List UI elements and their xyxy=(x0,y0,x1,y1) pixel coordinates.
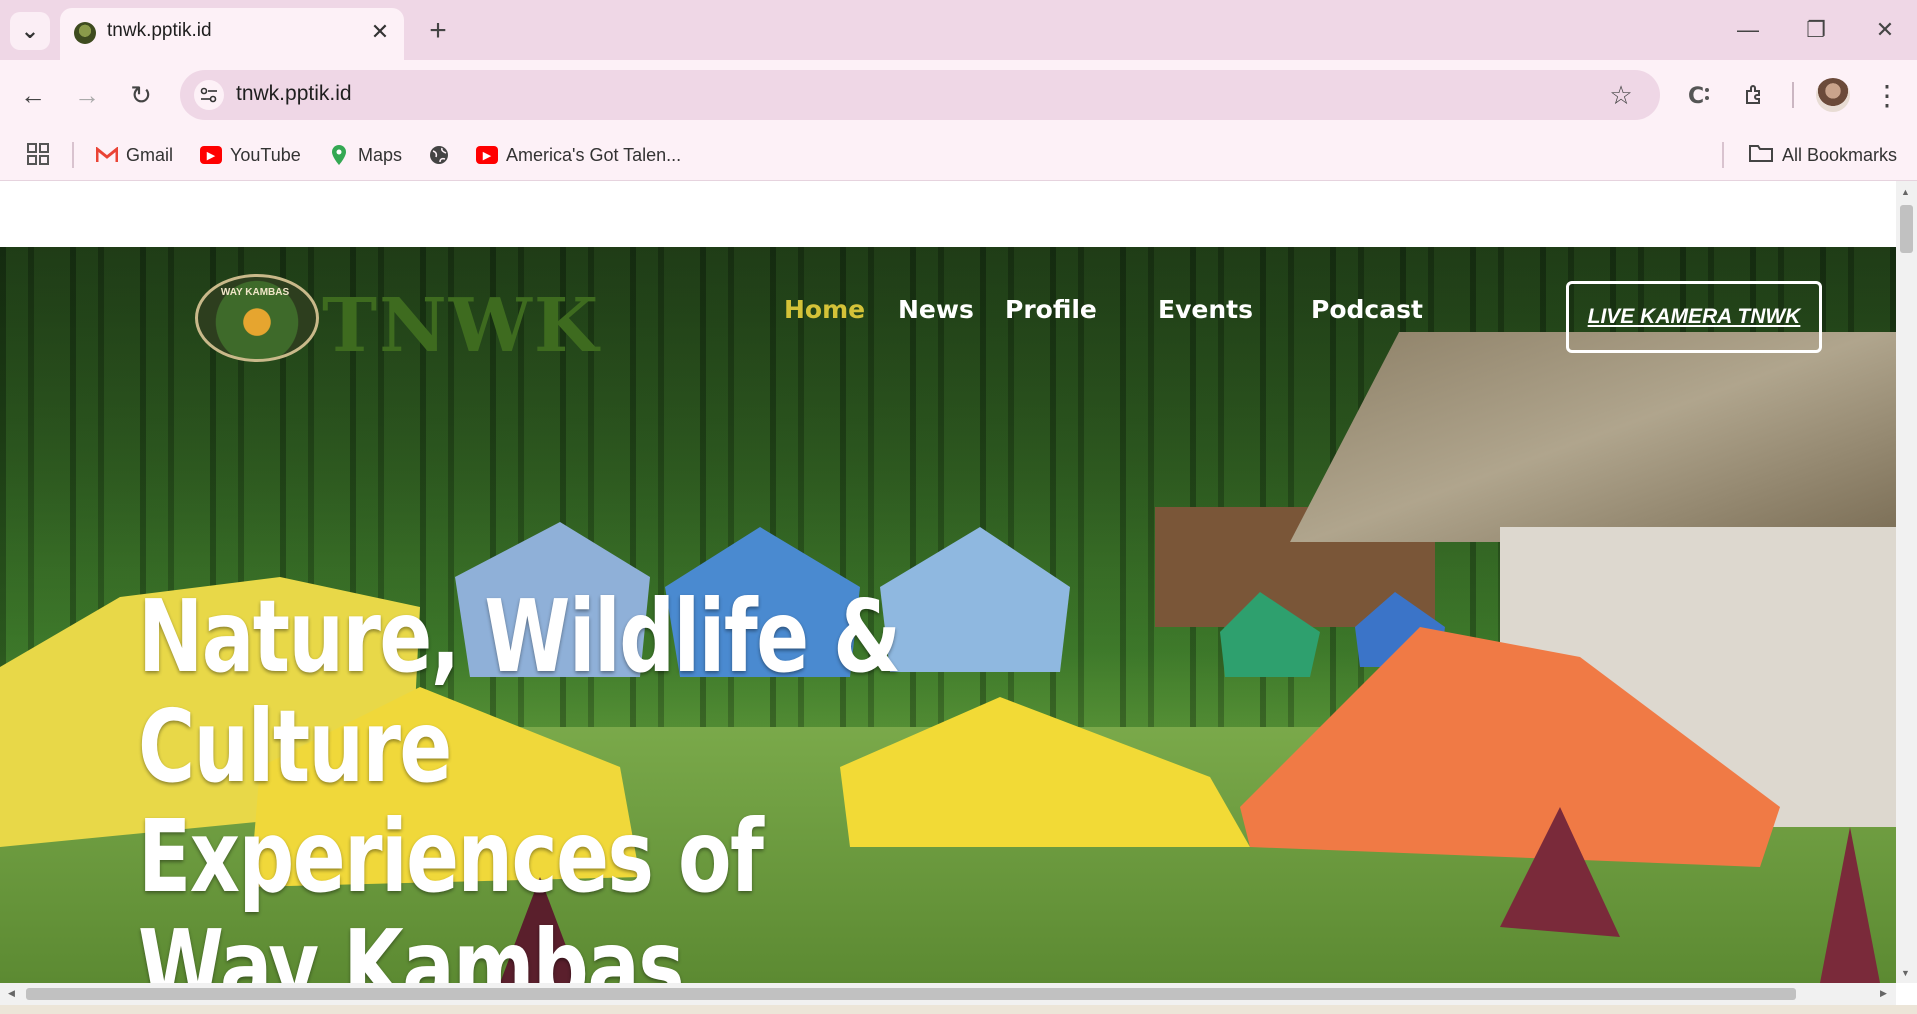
site-info-icon[interactable] xyxy=(194,80,224,110)
svg-text:C: C xyxy=(1688,84,1704,108)
reload-button[interactable]: ↻ xyxy=(120,74,162,116)
forward-button[interactable]: → xyxy=(66,74,108,116)
bookmark-youtube[interactable]: ▶ YouTube xyxy=(200,140,301,170)
bookmark-label: Gmail xyxy=(126,144,174,165)
scroll-right-arrow-icon[interactable]: ▶ xyxy=(1880,988,1887,999)
youtube-icon: ▶ xyxy=(200,146,222,164)
bookmarks-divider xyxy=(72,142,74,168)
nav-events[interactable]: Events xyxy=(1158,295,1253,324)
menu-kebab-icon[interactable]: ⋮ xyxy=(1866,74,1908,116)
nav-news[interactable]: News xyxy=(898,295,974,324)
url-text[interactable]: tnwk.pptik.id xyxy=(236,82,352,106)
scroll-left-arrow-icon[interactable]: ◀ xyxy=(8,988,15,999)
window-bottom-edge xyxy=(0,1005,1917,1014)
all-bookmarks-button[interactable]: All Bookmarks xyxy=(1748,140,1897,170)
gmail-icon xyxy=(96,146,118,164)
hero-title: Nature, Wildlife & Culture Experiences o… xyxy=(138,578,901,984)
close-window-button[interactable]: ✕ xyxy=(1855,8,1915,52)
youtube-icon: ▶ xyxy=(476,146,498,164)
restore-button[interactable]: ❐ xyxy=(1786,8,1846,52)
bookmark-americas-got-talent[interactable]: ▶ America's Got Talen... xyxy=(476,140,681,170)
nav-podcast[interactable]: Podcast xyxy=(1311,295,1423,324)
page-viewport: WAY KAMBAS TNWK Home News Profile Events… xyxy=(0,181,1896,983)
bookmark-maps[interactable]: Maps xyxy=(328,140,402,170)
new-tab-button[interactable]: + xyxy=(420,14,456,48)
extension-c-icon[interactable]: C xyxy=(1678,74,1720,116)
hero-section: WAY KAMBAS TNWK Home News Profile Events… xyxy=(0,247,1896,983)
horizontal-scrollbar[interactable]: ◀ ▶ xyxy=(0,983,1896,1005)
bookmark-label: America's Got Talen... xyxy=(506,144,682,165)
bookmark-label: YouTube xyxy=(230,144,301,165)
brand-wordmark[interactable]: TNWK xyxy=(322,283,600,369)
address-bar[interactable]: tnwk.pptik.id ☆ xyxy=(180,70,1660,120)
bookmark-globe[interactable] xyxy=(428,140,450,170)
browser-tab[interactable]: tnwk.pptik.id ✕ xyxy=(60,8,404,60)
tab-strip: ⌄ tnwk.pptik.id ✕ + — ❐ ✕ xyxy=(0,0,1917,60)
all-bookmarks-label: All Bookmarks xyxy=(1782,144,1898,165)
horizontal-scroll-thumb[interactable] xyxy=(26,988,1796,1000)
site-favicon-icon xyxy=(74,22,96,44)
profile-avatar[interactable] xyxy=(1816,78,1850,112)
folder-icon xyxy=(1748,143,1774,168)
tab-search-button[interactable]: ⌄ xyxy=(10,12,50,50)
minimize-button[interactable]: — xyxy=(1718,8,1778,52)
scroll-down-arrow-icon[interactable]: ▼ xyxy=(1901,968,1910,978)
apps-grid-icon[interactable] xyxy=(26,142,50,166)
scroll-up-arrow-icon[interactable]: ▲ xyxy=(1901,187,1910,197)
extensions-puzzle-icon[interactable] xyxy=(1734,74,1776,116)
browser-toolbar: ← → ↻ tnwk.pptik.id ☆ C ⋮ xyxy=(0,60,1917,130)
tab-title: tnwk.pptik.id xyxy=(107,20,212,41)
bookmark-label: Maps xyxy=(358,144,403,165)
chevron-down-icon: ⌄ xyxy=(20,18,40,43)
bookmarks-divider xyxy=(1722,142,1724,168)
bookmark-star-icon[interactable]: ☆ xyxy=(1604,78,1638,112)
maps-icon xyxy=(328,145,350,165)
live-camera-button[interactable]: LIVE KAMERA TNWK xyxy=(1566,281,1822,353)
bookmark-gmail[interactable]: Gmail xyxy=(96,140,173,170)
bookmarks-bar: Gmail ▶ YouTube Maps ▶ America's Got Tal… xyxy=(0,130,1917,181)
back-button[interactable]: ← xyxy=(12,74,54,116)
nav-home[interactable]: Home xyxy=(784,295,865,324)
vertical-scroll-thumb[interactable] xyxy=(1900,205,1913,253)
close-tab-icon[interactable]: ✕ xyxy=(366,18,394,46)
nav-profile[interactable]: Profile xyxy=(1005,295,1097,324)
vertical-scrollbar[interactable]: ▲ ▼ xyxy=(1896,181,1917,983)
toolbar-divider xyxy=(1792,82,1794,108)
globe-icon xyxy=(428,146,450,164)
logo-text: WAY KAMBAS xyxy=(220,287,290,298)
